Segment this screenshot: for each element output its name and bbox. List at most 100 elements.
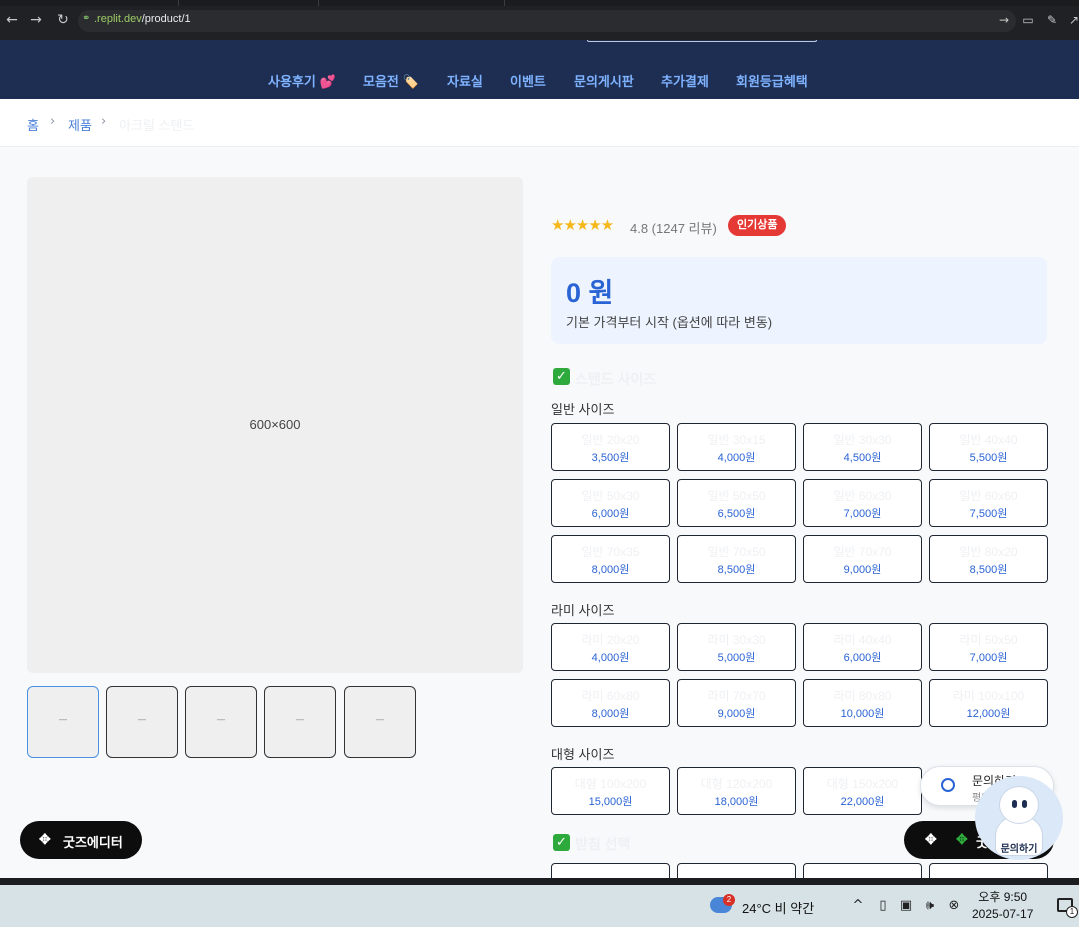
- breadcrumb-home[interactable]: 홈: [27, 115, 39, 134]
- size-option[interactable]: 라미 50x50 7,000원: [929, 623, 1048, 671]
- breadcrumb-current: 아크릴 스탠드: [119, 118, 195, 133]
- size-option-price: 7,500원: [969, 508, 1008, 520]
- size-option-name: 일반 20x20: [581, 433, 640, 447]
- size-option[interactable]: 대형 150x200 22,000원: [803, 767, 922, 815]
- size-option-price: 6,000원: [591, 508, 630, 520]
- size-option[interactable]: 일반 40x40 5,500원: [929, 423, 1048, 471]
- network-icon[interactable]: ▣: [898, 898, 914, 913]
- size-option-name: 일반 70x50: [707, 545, 766, 559]
- nav-reviews[interactable]: 사용후기 💕: [268, 71, 336, 90]
- chevron-right-icon: ›: [50, 114, 56, 129]
- size-option[interactable]: 라미 80x80 10,000원: [803, 679, 922, 727]
- image-placeholder-label: 600×600: [249, 417, 301, 432]
- size-option-name: 일반 70x70: [833, 545, 892, 559]
- volume-icon[interactable]: 🕪: [922, 898, 938, 913]
- notification-count: 1: [1066, 906, 1078, 918]
- size-option-price: 12,000원: [966, 708, 1011, 720]
- size-option-price: 8,000원: [591, 708, 630, 720]
- cast-icon[interactable]: ▭: [1020, 12, 1036, 28]
- nav-extra-payment[interactable]: 추가결제: [661, 71, 709, 90]
- size-option-name: 일반 50x30: [581, 489, 640, 503]
- group-label-large: 대형 사이즈: [551, 747, 615, 762]
- size-option-price: 15,000원: [588, 796, 633, 808]
- size-option[interactable]: 라미 30x30 5,000원: [677, 623, 796, 671]
- status-x-icon[interactable]: ⊗: [946, 898, 962, 913]
- section-title-size: 스탠드 사이즈: [575, 371, 657, 387]
- size-option[interactable]: 일반 70x70 9,000원: [803, 535, 922, 583]
- goods-editor-button[interactable]: ✥ 굿즈에디터: [20, 821, 142, 859]
- size-option[interactable]: 대형 120x200 18,000원: [677, 767, 796, 815]
- size-option[interactable]: 일반 50x30 6,000원: [551, 479, 670, 527]
- size-option-price: 4,500원: [843, 452, 882, 464]
- size-option-price: 4,000원: [717, 452, 756, 464]
- size-option[interactable]: 라미 100x100 12,000원: [929, 679, 1048, 727]
- size-option[interactable]: 일반 60x30 7,000원: [803, 479, 922, 527]
- link-icon: ⚭: [82, 13, 91, 24]
- puzzle-green-icon: ✥: [956, 831, 968, 847]
- size-option-price: 10,000원: [840, 708, 885, 720]
- puzzle-icon: ✥: [925, 831, 937, 847]
- address-bar[interactable]: ⚭ .replit.dev/product/1: [78, 10, 1016, 32]
- nav-inquiry-board[interactable]: 문의게시판: [574, 71, 634, 90]
- thumbnail[interactable]: —: [27, 686, 99, 758]
- time: 오후 9:50: [978, 890, 1028, 904]
- wrench-icon[interactable]: ✎: [1044, 12, 1060, 28]
- size-option[interactable]: 일반 60x60 7,500원: [929, 479, 1048, 527]
- product-main-image: 600×600: [27, 177, 523, 673]
- size-option-name: 라미 60x80: [581, 689, 640, 703]
- thumbnail[interactable]: —: [106, 686, 178, 758]
- meet-icon[interactable]: ▯: [875, 898, 891, 913]
- search-box-edge[interactable]: [587, 40, 817, 42]
- size-option-name: 일반 30x30: [833, 433, 892, 447]
- chevron-right-icon: ›: [101, 114, 107, 129]
- price-note: 기본 가격부터 시작 (옵션에 따라 변동): [566, 315, 773, 330]
- thumbnail[interactable]: —: [264, 686, 336, 758]
- back-icon[interactable]: ←: [4, 12, 20, 28]
- mascot-label: 문의하기: [1000, 844, 1038, 855]
- send-icon[interactable]: →: [996, 12, 1012, 28]
- breadcrumb-products[interactable]: 제품: [68, 115, 92, 134]
- size-option[interactable]: 일반 70x35 8,000원: [551, 535, 670, 583]
- size-option[interactable]: 일반 20x20 3,500원: [551, 423, 670, 471]
- rating-text: 4.8 (1247 리뷰): [630, 221, 717, 236]
- reload-icon[interactable]: ↻: [55, 12, 71, 28]
- size-option[interactable]: 라미 20x20 4,000원: [551, 623, 670, 671]
- size-option[interactable]: 일반 30x15 4,000원: [677, 423, 796, 471]
- size-option[interactable]: 라미 40x40 6,000원: [803, 623, 922, 671]
- weather-text[interactable]: 24°C 비 약간: [742, 898, 814, 917]
- size-option[interactable]: 일반 70x50 8,500원: [677, 535, 796, 583]
- tab-strip: [0, 0, 1079, 6]
- size-option-price: 5,000원: [717, 652, 756, 664]
- open-external-icon[interactable]: ↗: [1066, 12, 1079, 28]
- size-option-price: 7,000원: [843, 508, 882, 520]
- thumbnail[interactable]: —: [344, 686, 416, 758]
- size-option[interactable]: 라미 70x70 9,000원: [677, 679, 796, 727]
- size-option[interactable]: 일반 80x20 8,500원: [929, 535, 1048, 583]
- weather-badge: 2: [723, 894, 735, 906]
- clock[interactable]: 오후 9:50 2025-07-17: [972, 889, 1033, 923]
- nav-collection[interactable]: 모음전 🏷️: [363, 71, 419, 90]
- size-option-name: 라미 70x70: [707, 689, 766, 703]
- size-option-price: 18,000원: [714, 796, 759, 808]
- size-option[interactable]: 일반 50x50 6,500원: [677, 479, 796, 527]
- nav-member-benefits[interactable]: 회원등급혜택: [736, 71, 808, 90]
- size-option[interactable]: 일반 30x30 4,500원: [803, 423, 922, 471]
- nav-events[interactable]: 이벤트: [510, 71, 546, 90]
- date: 2025-07-17: [972, 907, 1034, 921]
- size-option-price: 6,000원: [843, 652, 882, 664]
- size-option[interactable]: 라미 60x80 8,000원: [551, 679, 670, 727]
- chevron-up-icon[interactable]: ^: [850, 898, 866, 913]
- checkmark-icon: ✓: [553, 834, 570, 851]
- size-option-price: 4,000원: [591, 652, 630, 664]
- size-option-name: 일반 60x60: [959, 489, 1018, 503]
- size-option-name: 일반 70x35: [581, 545, 640, 559]
- mascot-chat-button[interactable]: 문의하기: [975, 776, 1063, 860]
- size-option-name: 라미 80x80: [833, 689, 892, 703]
- size-option-price: 9,000원: [717, 708, 756, 720]
- thumbnail[interactable]: —: [185, 686, 257, 758]
- forward-icon[interactable]: →: [28, 12, 44, 28]
- nav-resources[interactable]: 자료실: [447, 71, 483, 90]
- breadcrumb: 홈 › 제품 › 아크릴 스탠드: [0, 99, 1079, 147]
- size-option[interactable]: 대형 100x200 15,000원: [551, 767, 670, 815]
- size-option-name: 대형 100x200: [574, 777, 647, 791]
